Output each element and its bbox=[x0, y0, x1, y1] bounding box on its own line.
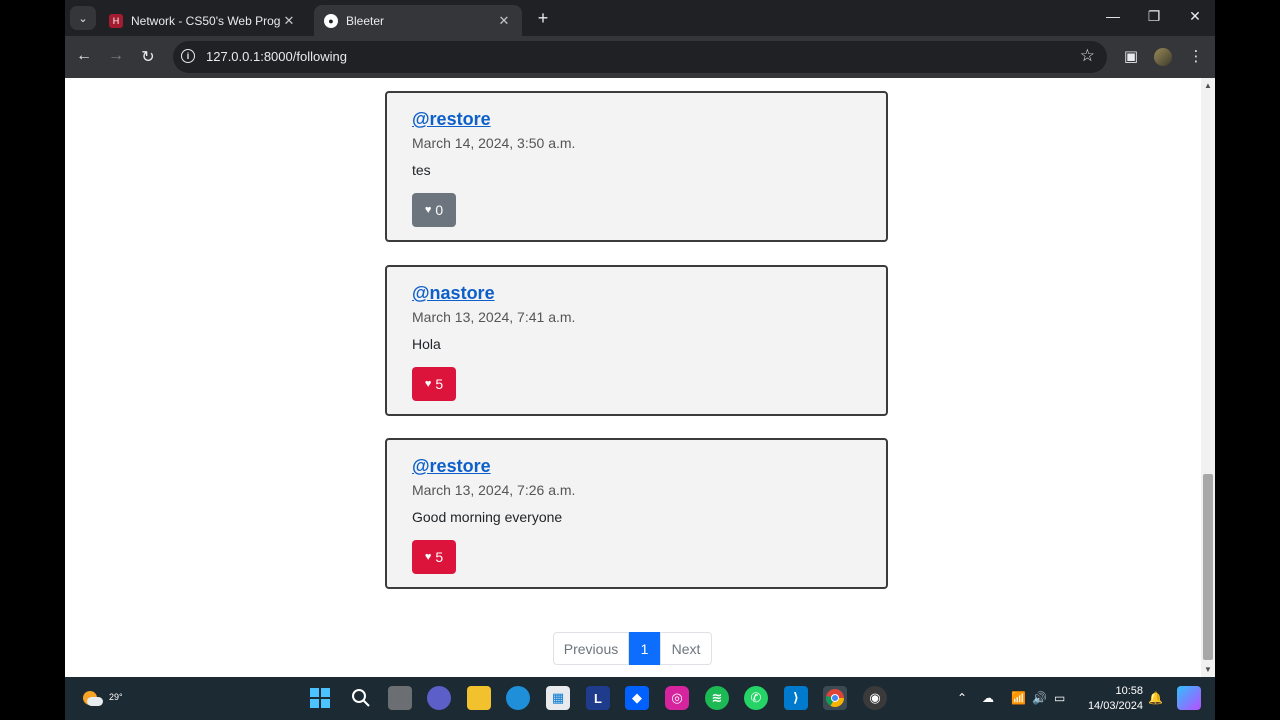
clock-time: 10:58 bbox=[1115, 685, 1143, 697]
post-card: @nastore March 13, 2024, 7:41 a.m. Hola … bbox=[385, 265, 888, 416]
address-bar[interactable]: i 127.0.0.1:8000/following ☆ bbox=[173, 41, 1107, 73]
close-icon[interactable]: ✕ bbox=[496, 13, 512, 29]
tab-search-button[interactable]: ⌄ bbox=[70, 6, 96, 30]
tab-network[interactable]: H Network - CS50's Web Programming ✕ bbox=[99, 5, 307, 36]
post-timestamp: March 13, 2024, 7:41 a.m. bbox=[412, 309, 576, 325]
screen: ⌄ H Network - CS50's Web Programming ✕ ●… bbox=[65, 0, 1215, 720]
post-timestamp: March 13, 2024, 7:26 a.m. bbox=[412, 482, 576, 498]
url-text[interactable]: 127.0.0.1:8000/following bbox=[206, 49, 347, 64]
windows-taskbar: 29° ▦ L ◆ ◎ ≋ ✆ ⟩ ◉ ⌃ ☁ 📶 🔊 ▭ 10:58 14/0… bbox=[65, 677, 1215, 720]
heart-icon: ♥ bbox=[424, 551, 432, 563]
post-body: tes bbox=[412, 162, 431, 178]
minimize-icon[interactable]: — bbox=[1103, 8, 1123, 24]
current-page-button[interactable]: 1 bbox=[629, 632, 660, 665]
pagination: Previous 1 Next bbox=[553, 632, 712, 665]
spotify-icon[interactable]: ≋ bbox=[705, 686, 729, 710]
post-username-link[interactable]: @restore bbox=[412, 456, 491, 477]
notification-bell-icon[interactable]: 🔔 bbox=[1148, 691, 1163, 705]
github-favicon-icon: ● bbox=[324, 13, 338, 28]
teams-chat-icon[interactable] bbox=[427, 686, 451, 710]
onedrive-cloud-icon[interactable]: ☁ bbox=[982, 691, 994, 705]
next-page-button[interactable]: Next bbox=[660, 632, 712, 665]
restore-icon[interactable]: ❐ bbox=[1144, 8, 1164, 25]
post-card: @restore March 13, 2024, 7:26 a.m. Good … bbox=[385, 438, 888, 589]
harvard-favicon-icon: H bbox=[109, 13, 123, 28]
weather-widget[interactable]: 29° bbox=[81, 685, 123, 709]
page-content: @restore March 14, 2024, 3:50 a.m. tes ♥… bbox=[65, 78, 1215, 677]
obs-icon[interactable]: ◉ bbox=[863, 686, 887, 710]
reload-icon[interactable]: ↻ bbox=[138, 47, 158, 67]
chrome-icon[interactable] bbox=[823, 686, 847, 710]
file-explorer-icon[interactable] bbox=[467, 686, 491, 710]
more-menu-icon[interactable]: ⋮ bbox=[1186, 47, 1206, 65]
system-clock[interactable]: 10:58 14/03/2024 bbox=[1083, 684, 1143, 714]
edge-icon[interactable] bbox=[506, 686, 530, 710]
bookmark-star-icon[interactable]: ☆ bbox=[1080, 46, 1095, 66]
windows-start-icon[interactable] bbox=[308, 686, 332, 710]
wifi-icon[interactable]: 📶 bbox=[1011, 691, 1026, 705]
instagram-icon[interactable]: ◎ bbox=[665, 686, 689, 710]
volume-icon[interactable]: 🔊 bbox=[1032, 691, 1047, 705]
post-card: @restore March 14, 2024, 3:50 a.m. tes ♥… bbox=[385, 91, 888, 242]
back-icon[interactable]: ← bbox=[74, 47, 94, 65]
l-app-icon[interactable]: L bbox=[586, 686, 610, 710]
window-close-icon[interactable]: ✕ bbox=[1185, 8, 1205, 25]
previous-page-button[interactable]: Previous bbox=[553, 632, 629, 665]
chevron-down-icon: ⌄ bbox=[78, 12, 88, 25]
whatsapp-icon[interactable]: ✆ bbox=[744, 686, 768, 710]
tab-title: Network - CS50's Web Programming bbox=[131, 13, 281, 28]
like-count: 0 bbox=[435, 202, 444, 218]
battery-icon[interactable]: ▭ bbox=[1054, 691, 1065, 705]
post-body: Hola bbox=[412, 336, 441, 352]
dropbox-icon[interactable]: ◆ bbox=[625, 686, 649, 710]
scrollbar-thumb[interactable] bbox=[1203, 474, 1213, 660]
scroll-up-arrow-icon[interactable]: ▲ bbox=[1204, 81, 1212, 90]
search-icon[interactable] bbox=[349, 686, 373, 710]
browser-toolbar: ← → ↻ i 127.0.0.1:8000/following ☆ ▣ ⋮ bbox=[65, 36, 1215, 78]
heart-icon: ♥ bbox=[424, 378, 432, 390]
like-button[interactable]: ♥ 5 bbox=[412, 540, 456, 574]
page-scrollbar[interactable]: ▲ ▼ bbox=[1201, 78, 1215, 677]
like-button[interactable]: ♥ 5 bbox=[412, 367, 456, 401]
post-username-link[interactable]: @nastore bbox=[412, 283, 495, 304]
post-timestamp: March 14, 2024, 3:50 a.m. bbox=[412, 135, 576, 151]
copilot-icon[interactable] bbox=[1177, 686, 1201, 710]
tab-title: Bleeter bbox=[346, 13, 385, 28]
site-info-icon[interactable]: i bbox=[181, 49, 195, 63]
weather-temperature: 29° bbox=[109, 692, 123, 702]
heart-icon: ♥ bbox=[424, 204, 432, 216]
browser-tab-bar: ⌄ H Network - CS50's Web Programming ✕ ●… bbox=[65, 0, 1215, 36]
like-count: 5 bbox=[435, 549, 444, 565]
tray-overflow-chevron-icon[interactable]: ⌃ bbox=[957, 691, 967, 705]
like-button[interactable]: ♥ 0 bbox=[412, 193, 456, 227]
forward-icon[interactable]: → bbox=[106, 47, 126, 65]
side-panel-icon[interactable]: ▣ bbox=[1121, 47, 1141, 65]
task-view-icon[interactable] bbox=[388, 686, 412, 710]
post-username-link[interactable]: @restore bbox=[412, 109, 491, 130]
post-body: Good morning everyone bbox=[412, 509, 563, 525]
cloud-icon bbox=[87, 697, 103, 706]
microsoft-store-icon[interactable]: ▦ bbox=[546, 686, 570, 710]
profile-avatar[interactable] bbox=[1154, 48, 1172, 66]
new-tab-icon[interactable]: + bbox=[533, 8, 553, 29]
close-icon[interactable]: ✕ bbox=[281, 13, 297, 29]
tab-bleeter[interactable]: ● Bleeter ✕ bbox=[314, 5, 522, 36]
clock-date: 14/03/2024 bbox=[1087, 700, 1143, 712]
vscode-icon[interactable]: ⟩ bbox=[784, 686, 808, 710]
scroll-down-arrow-icon[interactable]: ▼ bbox=[1204, 665, 1212, 674]
like-count: 5 bbox=[435, 376, 444, 392]
